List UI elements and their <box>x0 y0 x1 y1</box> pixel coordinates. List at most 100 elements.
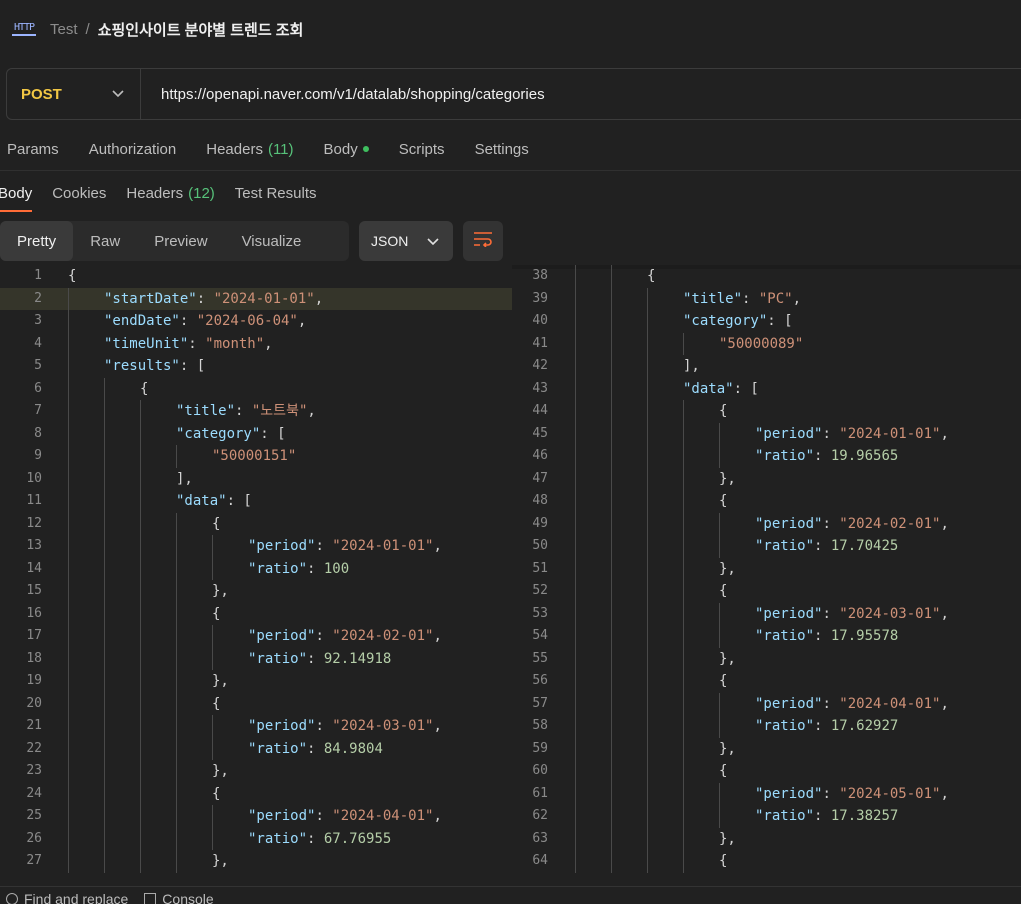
tab-params[interactable]: Params <box>7 141 59 158</box>
http-request-icon: HTTP <box>12 22 36 36</box>
code-line: 4 "timeUnit": "month", <box>0 333 512 356</box>
line-number: 45 <box>532 425 548 441</box>
line-number: 58 <box>532 718 548 733</box>
tab-response-body[interactable]: Body <box>0 174 33 212</box>
code-line: 40 "category": [ <box>512 310 1021 333</box>
line-number: 46 <box>532 448 548 463</box>
tab-label: Body <box>323 140 358 158</box>
code-line: 25 "period": "2024-04-01", <box>0 805 512 828</box>
code-text: "results": [ <box>104 358 206 374</box>
code-line: 22 "ratio": 84.9804 <box>0 738 512 761</box>
tab-authorization[interactable]: Authorization <box>89 141 177 158</box>
line-number: 55 <box>532 650 548 666</box>
code-line: 55}, <box>512 648 1021 671</box>
line-number: 64 <box>532 853 548 868</box>
view-visualize-button[interactable]: Visualize <box>225 221 319 261</box>
console-button[interactable]: Console <box>144 886 214 904</box>
code-line: 6{ <box>0 378 512 401</box>
code-text: }, <box>719 560 736 577</box>
code-line: 47}, <box>512 468 1021 491</box>
line-number: 42 <box>532 358 548 373</box>
view-preview-button[interactable]: Preview <box>137 221 224 261</box>
view-pretty-button[interactable]: Pretty <box>0 221 74 261</box>
line-number: 11 <box>26 493 42 508</box>
code-line: 27}, <box>0 850 512 873</box>
line-number: 26 <box>26 830 42 846</box>
code-line: 11 "data": [ <box>0 490 512 513</box>
indent-guide <box>719 692 720 738</box>
find-replace-button[interactable]: Find and replace <box>6 886 128 904</box>
title-bar: HTTP Test / 쇼핑인사이트 분야별 트렌드 조회 <box>0 0 1021 58</box>
tab-label: Cookies <box>52 184 107 202</box>
code-text: }, <box>212 583 229 599</box>
line-number: 8 <box>34 425 42 441</box>
breadcrumb-separator: / <box>85 20 90 38</box>
code-line: 62 "ratio": 17.38257 <box>512 805 1021 828</box>
line-number: 43 <box>532 380 548 396</box>
line-number: 24 <box>26 785 42 801</box>
line-number: 22 <box>26 740 42 756</box>
tab-test-results[interactable]: Test Results <box>235 174 317 212</box>
code-line: 9 "50000151" <box>0 445 512 468</box>
indent-guide <box>647 287 648 873</box>
url-bar: POST https://openapi.naver.com/v1/datala… <box>6 68 1021 120</box>
code-text: "title": "PC", <box>683 290 802 307</box>
code-line: 12 { <box>0 513 512 536</box>
indent-guide <box>719 422 720 468</box>
indent-guide <box>683 332 684 355</box>
response-body-right[interactable]: 38 {39 "title": "PC", 40 "category": [41 "500… <box>512 265 1021 877</box>
code-text: "period": "2024-03-01", <box>248 718 442 734</box>
code-line: 14 "ratio": 100 <box>0 558 512 581</box>
code-text: }, <box>212 763 229 779</box>
line-number: 62 <box>532 808 548 823</box>
line-number: 3 <box>34 313 42 328</box>
tab-settings[interactable]: Settings <box>475 141 529 158</box>
code-line: 16 { <box>0 603 512 626</box>
code-line: 21 "period": "2024-03-01", <box>0 715 512 738</box>
line-number: 1 <box>34 268 42 283</box>
code-line: 13 "period": "2024-01-01", <box>0 535 512 558</box>
tab-headers[interactable]: Headers (11) <box>206 141 293 158</box>
tab-label: Authorization <box>88 140 177 158</box>
code-line: 24 { <box>0 783 512 806</box>
method-select[interactable]: POST <box>7 69 141 119</box>
url-input[interactable]: https://openapi.naver.com/v1/datalab/sho… <box>141 86 545 103</box>
code-line: 57 "period": "2024-04-01", <box>512 693 1021 716</box>
line-number: 25 <box>26 808 42 823</box>
wrap-lines-button[interactable] <box>463 221 503 261</box>
code-line: 7 "title": "노트북", <box>0 400 512 423</box>
line-number: 60 <box>532 763 548 778</box>
code-text: { <box>719 673 728 689</box>
code-line: 63}, <box>512 828 1021 851</box>
code-line: 56 { <box>512 670 1021 693</box>
line-number: 13 <box>26 538 42 553</box>
code-text: "period": "2024-02-01", <box>248 628 442 644</box>
code-text: { <box>140 380 149 397</box>
breadcrumb-collection[interactable]: Test <box>50 21 78 38</box>
line-number: 59 <box>532 740 548 756</box>
code-text: ], <box>683 358 700 374</box>
tab-response-headers[interactable]: Headers (12) <box>126 174 214 212</box>
tab-cookies[interactable]: Cookies <box>52 174 106 212</box>
line-number: 48 <box>532 493 548 508</box>
request-title[interactable]: 쇼핑인사이트 분야별 트렌드 조회 <box>98 19 304 40</box>
code-text: "50000151" <box>212 448 297 464</box>
format-select[interactable]: JSON <box>359 221 453 261</box>
line-number: 53 <box>532 605 548 621</box>
response-headers-count: (12) <box>188 184 215 202</box>
response-body-left[interactable]: 1{2 "startDate": "2024-01-01", 3 "endDate":… <box>0 265 512 877</box>
view-mode-segment: Pretty Raw Preview Visualize <box>0 221 349 261</box>
code-text: "ratio": 17.95578 <box>755 628 899 644</box>
view-raw-button[interactable]: Raw <box>73 221 137 261</box>
code-line: 59}, <box>512 738 1021 761</box>
code-text: { <box>719 583 728 599</box>
code-line: 39 "title": "PC", <box>512 288 1021 311</box>
tab-scripts[interactable]: Scripts <box>399 141 445 158</box>
line-number: 47 <box>532 470 548 486</box>
code-text: "ratio": 84.9804 <box>248 740 383 757</box>
line-number: 63 <box>532 830 548 846</box>
indent-guide <box>575 265 576 873</box>
tab-body[interactable]: Body <box>324 141 369 158</box>
format-label: JSON <box>371 233 409 249</box>
code-text: ], <box>176 470 193 487</box>
